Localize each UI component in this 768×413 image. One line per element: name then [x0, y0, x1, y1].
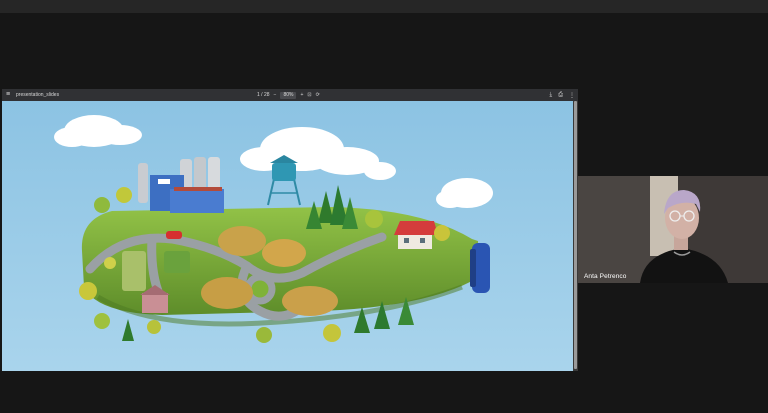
- print-icon[interactable]: ⎙: [558, 92, 563, 99]
- toolbar-center-controls: 1 / 28 − 80% + ⊡ ⟳: [257, 89, 320, 101]
- more-options-icon[interactable]: ⋮: [569, 92, 575, 99]
- zoom-level[interactable]: 80%: [280, 91, 297, 99]
- rotate-icon[interactable]: ⟳: [316, 92, 320, 98]
- slide-illustration: [2, 101, 573, 371]
- download-icon[interactable]: ⤓: [550, 92, 553, 99]
- fit-page-icon[interactable]: ⊡: [307, 92, 311, 98]
- page-indicator[interactable]: 1 / 28: [257, 92, 270, 98]
- document-title: presentation_slides: [16, 92, 60, 98]
- zoom-in-icon[interactable]: +: [300, 92, 303, 98]
- crop-beds: [122, 251, 146, 291]
- red-house: [394, 221, 438, 249]
- wheat-field-3: [201, 277, 253, 309]
- participant-video: [578, 176, 768, 283]
- scrollbar-thumb[interactable]: [574, 101, 577, 369]
- participant-name: Anta Petrenco: [584, 273, 627, 280]
- top-strip: [0, 0, 768, 13]
- participant-video-tile[interactable]: Anta Petrenco: [578, 176, 768, 283]
- wheat-field-4: [282, 286, 338, 316]
- wheat-field-1: [218, 226, 266, 256]
- pdf-toolbar: ≡ presentation_slides 1 / 28 − 80% + ⊡ ⟳…: [2, 89, 578, 101]
- red-car: [166, 231, 182, 239]
- toolbar-right-controls: ⤓ ⎙ ⋮: [550, 89, 575, 101]
- wheat-field-2: [262, 239, 306, 267]
- hamburger-icon[interactable]: ≡: [2, 89, 14, 101]
- zoom-out-icon[interactable]: −: [274, 92, 277, 98]
- slide-canvas: [2, 101, 573, 371]
